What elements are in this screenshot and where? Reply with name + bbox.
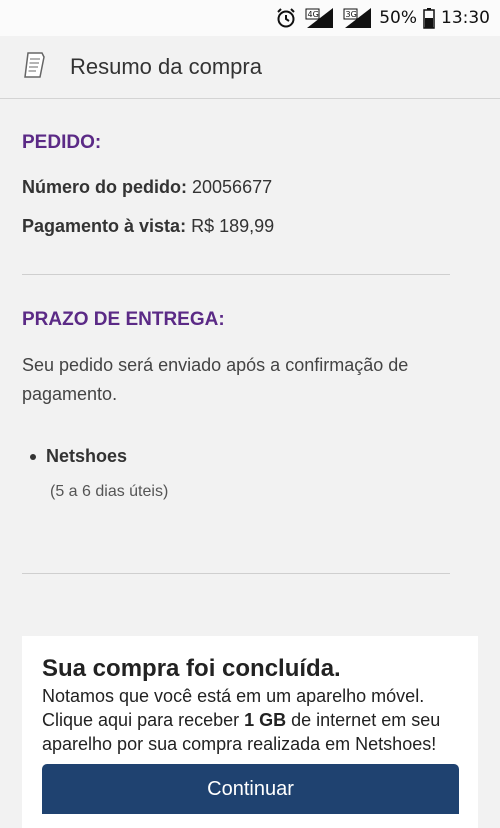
page-title: Resumo da compra — [70, 54, 262, 79]
card-title: Sua compra foi concluída. — [42, 655, 341, 682]
delivery-description-block: Seu pedido será enviado após a confirmaç… — [22, 351, 452, 409]
svg-text:4G: 4G — [308, 10, 319, 19]
store-item: Netshoes — [22, 446, 450, 467]
alarm-icon — [275, 7, 297, 29]
card-text-bold: 1 GB — [244, 710, 287, 730]
continue-button[interactable]: Continuar — [42, 764, 459, 814]
store-name: Netshoes — [46, 446, 128, 466]
divider — [22, 573, 450, 574]
store-days: (5 a 6 dias úteis) — [50, 483, 169, 500]
order-section: PEDIDO: — [22, 132, 450, 154]
order-section-title: PEDIDO: — [22, 132, 102, 153]
delivery-section: PRAZO DE ENTREGA: — [22, 309, 450, 331]
payment-label: Pagamento à vista: — [22, 216, 187, 236]
payment-row: Pagamento à vista: R$ 189,99 — [22, 216, 450, 237]
signal-3g-icon: 3G — [341, 6, 373, 30]
status-bar: 4G 3G 50% 13:30 — [0, 0, 500, 36]
receipt-icon — [22, 51, 48, 84]
bullet-icon — [30, 453, 36, 460]
divider — [22, 274, 450, 275]
order-number-value: 20056677 — [192, 177, 273, 197]
order-number-row: Número do pedido: 20056677 — [22, 177, 450, 198]
svg-text:3G: 3G — [346, 10, 357, 19]
payment-value: R$ 189,99 — [191, 216, 275, 236]
delivery-description: Seu pedido será enviado após a confirmaç… — [22, 355, 409, 404]
signal-4g-icon: 4G — [303, 6, 335, 30]
clock: 13:30 — [441, 8, 490, 28]
order-number-label: Número do pedido: — [22, 177, 187, 197]
store-days-block: (5 a 6 dias úteis) — [50, 483, 478, 501]
card-text[interactable]: Notamos que você está em um aparelho móv… — [42, 684, 458, 756]
purchase-complete-card[interactable]: Sua compra foi concluída. Notamos que vo… — [22, 636, 478, 828]
page-header: Resumo da compra — [0, 36, 500, 99]
battery-icon — [423, 7, 435, 29]
delivery-section-title: PRAZO DE ENTREGA: — [22, 309, 225, 330]
battery-percent: 50% — [379, 8, 417, 28]
